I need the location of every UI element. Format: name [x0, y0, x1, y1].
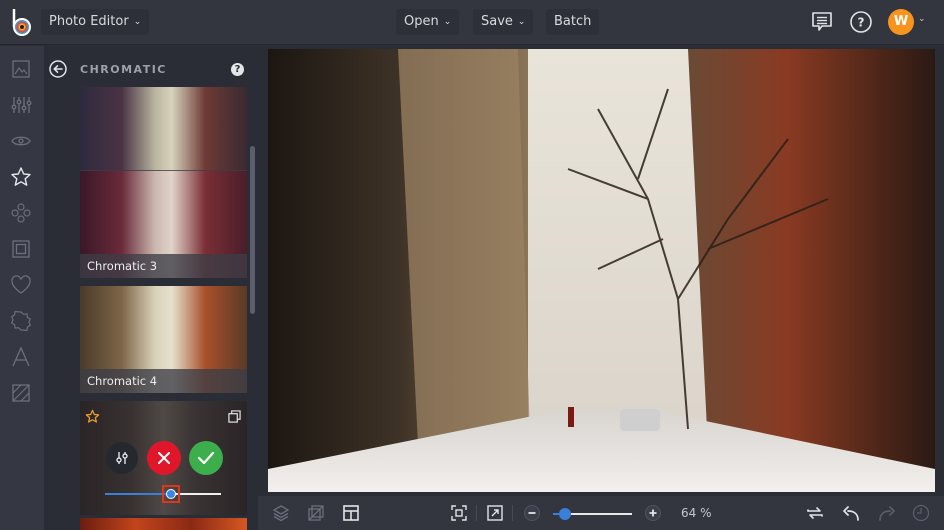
- feedback-icon[interactable]: [810, 10, 834, 34]
- intensity-thumb-knob: [166, 489, 177, 499]
- filter-thumbnail-next[interactable]: [80, 518, 247, 530]
- layers-duplicate-icon[interactable]: [228, 410, 241, 423]
- text-icon[interactable]: [10, 346, 32, 368]
- frame-icon[interactable]: [10, 238, 32, 260]
- filter-intensity-slider[interactable]: [105, 485, 221, 503]
- chevron-down-icon: ⌄: [443, 17, 452, 27]
- star-icon[interactable]: [10, 166, 32, 188]
- fit-to-screen-icon[interactable]: [450, 504, 468, 522]
- intensity-thumb[interactable]: [162, 485, 181, 503]
- chevron-down-icon: ⌄: [517, 17, 526, 27]
- batch-label: Batch: [554, 14, 592, 29]
- back-arrow-icon[interactable]: [49, 60, 67, 78]
- svg-text:?: ?: [858, 16, 865, 30]
- thumbnail-label: Chromatic 4: [87, 374, 158, 388]
- tool-rail: [0, 46, 44, 530]
- batch-button[interactable]: Batch: [546, 9, 600, 35]
- undo-icon[interactable]: [842, 504, 860, 522]
- eye-icon[interactable]: [10, 130, 32, 152]
- save-button[interactable]: Save ⌄: [473, 9, 534, 35]
- app-menu-label: Photo Editor: [49, 14, 129, 29]
- actual-size-icon[interactable]: [486, 504, 504, 522]
- active-filter-card: [80, 401, 247, 515]
- panel-help-icon[interactable]: ?: [231, 63, 244, 76]
- photo-image: [268, 49, 935, 492]
- zoom-in-icon[interactable]: [644, 504, 662, 522]
- photo-canvas[interactable]: [268, 49, 935, 492]
- top-bar: Photo Editor ⌄ Open ⌄ Save ⌄ Batch ? W ⌄: [0, 0, 944, 45]
- avatar[interactable]: W: [888, 9, 914, 35]
- filter-panel: CHROMATIC ? Chromatic 2 Chromatic 3 Chro…: [44, 46, 258, 530]
- adjustments-icon[interactable]: [10, 94, 32, 116]
- befunky-logo-icon[interactable]: [10, 7, 34, 37]
- history-icon[interactable]: [912, 504, 930, 522]
- close-icon: [158, 452, 170, 464]
- filter-thumbnail-chromatic-4[interactable]: Chromatic 4: [80, 286, 247, 393]
- divider: [476, 505, 477, 521]
- chevron-down-icon: ⌄: [133, 17, 142, 27]
- chevron-down-icon[interactable]: ⌄: [918, 14, 926, 24]
- open-button[interactable]: Open ⌄: [396, 9, 460, 35]
- divider: [512, 505, 513, 521]
- cancel-filter-button[interactable]: [147, 441, 181, 475]
- save-label: Save: [481, 14, 513, 29]
- flip-icon[interactable]: [806, 504, 824, 522]
- panel-scrollbar[interactable]: [250, 146, 255, 314]
- zoom-level-label: 64 %: [681, 506, 712, 520]
- open-label: Open: [404, 14, 439, 29]
- zoom-slider-thumb[interactable]: [558, 508, 571, 520]
- zoom-slider[interactable]: [553, 508, 632, 520]
- redo-icon[interactable]: [878, 504, 896, 522]
- check-icon: [197, 451, 215, 465]
- help-icon[interactable]: ?: [849, 10, 873, 34]
- app-menu-button[interactable]: Photo Editor ⌄: [41, 9, 150, 35]
- sliders-icon: [116, 452, 128, 464]
- layout-icon[interactable]: [342, 504, 360, 522]
- panel-title: CHROMATIC: [80, 63, 167, 76]
- filter-settings-button[interactable]: [106, 442, 138, 474]
- zoom-out-icon[interactable]: [523, 504, 541, 522]
- bottom-bar: 64 %: [258, 496, 944, 530]
- texture-icon[interactable]: [10, 382, 32, 404]
- thumbnail-label: Chromatic 3: [87, 259, 158, 273]
- image-icon[interactable]: [10, 58, 32, 80]
- effects-icon[interactable]: [10, 202, 32, 224]
- badge-icon[interactable]: [10, 310, 32, 332]
- favorite-star-icon[interactable]: [85, 409, 100, 424]
- heart-icon[interactable]: [10, 274, 32, 296]
- compare-icon[interactable]: [307, 504, 325, 522]
- layers-icon[interactable]: [272, 504, 290, 522]
- apply-filter-button[interactable]: [189, 441, 223, 475]
- filter-thumbnail-chromatic-3[interactable]: Chromatic 3: [80, 171, 247, 278]
